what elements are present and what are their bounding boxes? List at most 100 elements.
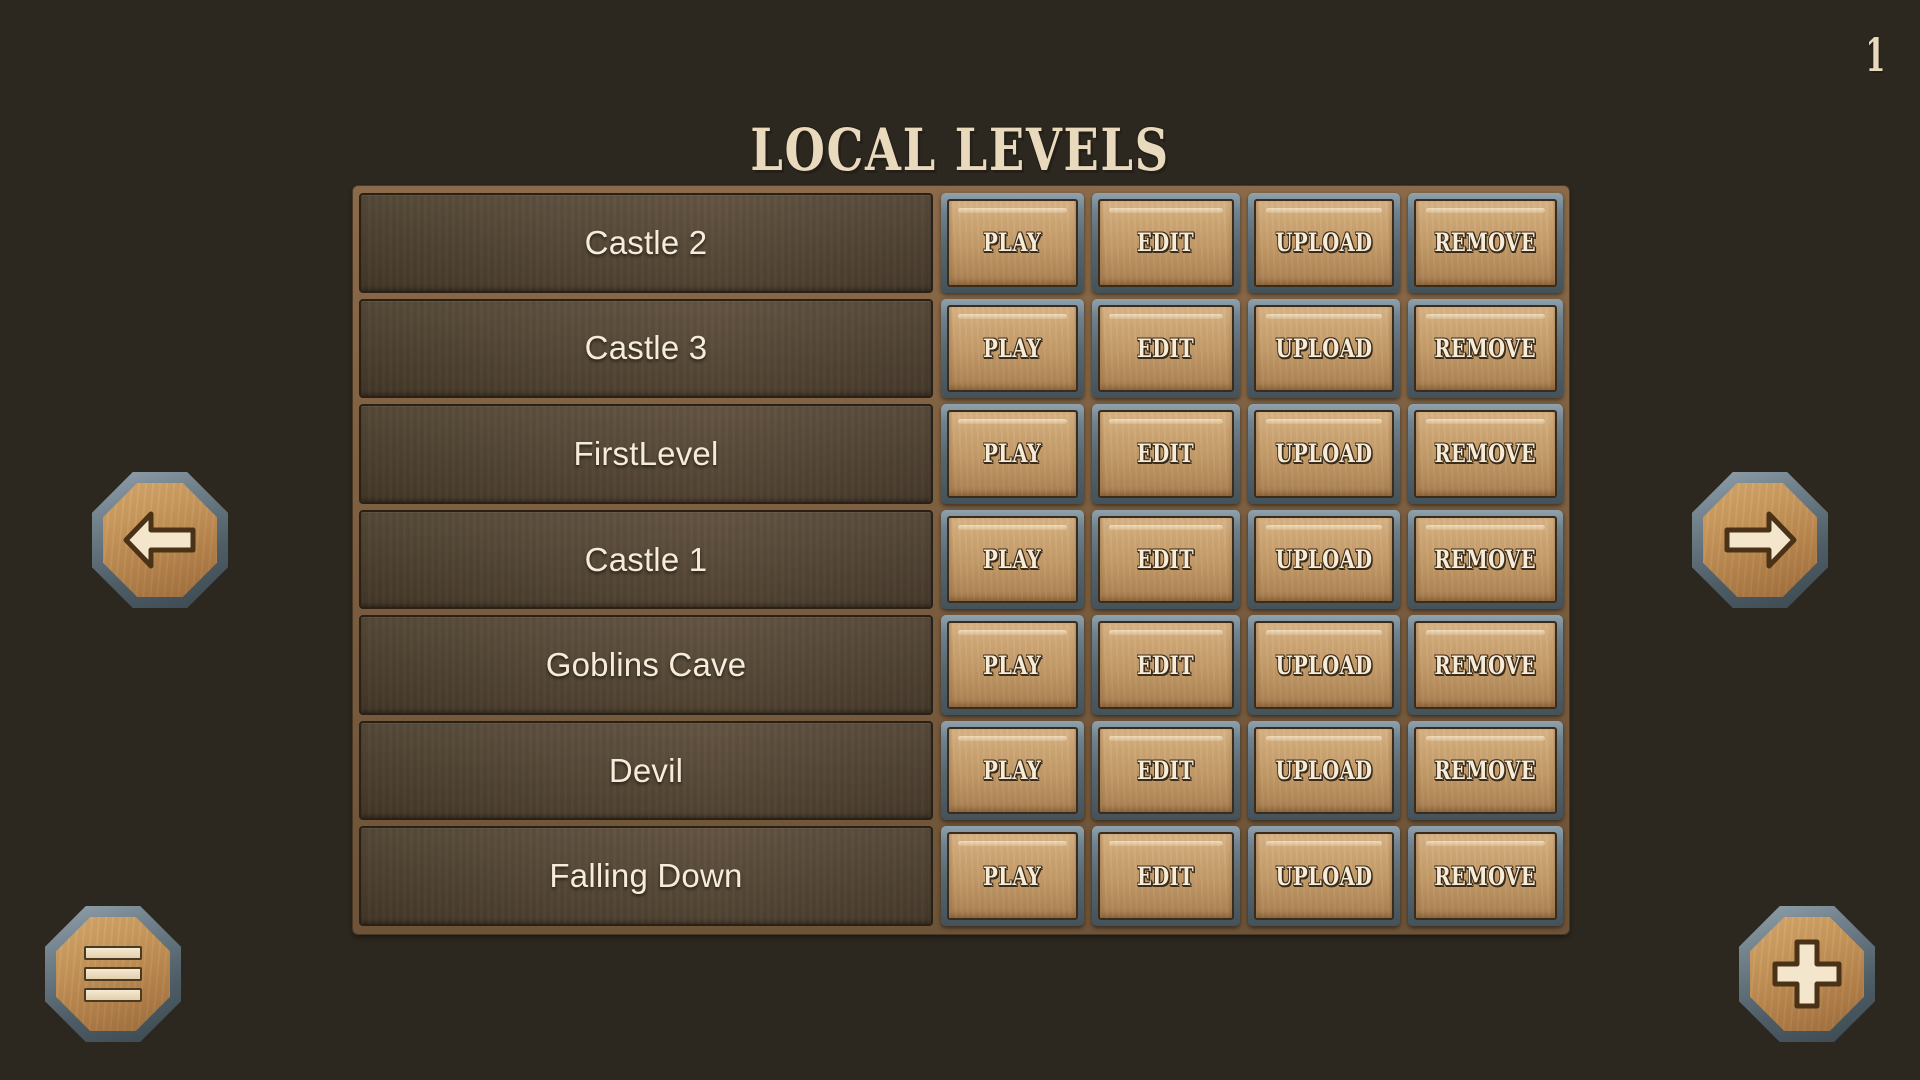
next-page-button-face [1703,483,1817,597]
play-button-face: PLAY [947,515,1078,604]
remove-button-face: REMOVE [1414,515,1557,604]
remove-button-face: REMOVE [1414,832,1557,921]
play-button-face: PLAY [947,410,1078,498]
local-levels-panel: Castle 2 PLAY EDIT UPLOAD REMOVE Castle 3 PLAY… [353,186,1569,934]
edit-button-face: EDIT [1098,621,1234,709]
play-button-face: PLAY [947,726,1078,815]
remove-button-label: REMOVE [1434,650,1537,680]
previous-page-button[interactable] [92,472,228,608]
level-row: Goblins Cave PLAY EDIT UPLOAD REMOVE [359,615,1563,715]
level-name: FirstLevel [573,434,719,472]
edit-button-label: EDIT [1137,756,1195,786]
hamburger-bar [84,946,142,960]
play-button[interactable]: PLAY [941,509,1084,610]
play-button[interactable]: PLAY [941,826,1084,927]
level-name-plate: FirstLevel [359,404,933,504]
level-name-plate: Castle 1 [359,509,933,610]
game-screen: 1 LOCAL LEVELS Castle 2 PLAY EDIT UPLOAD REM… [0,0,1920,1080]
level-actions: PLAY EDIT UPLOAD REMOVE [933,298,1563,399]
play-button-label: PLAY [983,333,1042,363]
remove-button[interactable]: REMOVE [1408,404,1563,504]
level-row: Devil PLAY EDIT UPLOAD REMOVE [359,720,1563,821]
remove-button[interactable]: REMOVE [1408,720,1563,821]
upload-button-face: UPLOAD [1254,726,1394,815]
level-name: Castle 1 [584,540,708,578]
edit-button[interactable]: EDIT [1092,298,1240,399]
page-title: LOCAL LEVELS [750,116,1170,184]
remove-button[interactable]: REMOVE [1408,615,1563,715]
add-level-button-face [1750,917,1864,1031]
arrow-right-icon [1724,511,1797,569]
level-actions: PLAY EDIT UPLOAD REMOVE [933,615,1563,715]
upload-button-face: UPLOAD [1254,515,1394,604]
upload-button-label: UPLOAD [1275,439,1373,469]
upload-button-face: UPLOAD [1254,199,1394,287]
play-button-label: PLAY [983,756,1042,786]
remove-button[interactable]: REMOVE [1408,298,1563,399]
edit-button[interactable]: EDIT [1092,615,1240,715]
remove-button-label: REMOVE [1434,756,1537,786]
remove-button[interactable]: REMOVE [1408,826,1563,927]
level-row: Castle 3 PLAY EDIT UPLOAD REMOVE [359,298,1563,399]
upload-button[interactable]: UPLOAD [1248,720,1400,821]
level-name-plate: Goblins Cave [359,615,933,715]
remove-button-label: REMOVE [1434,439,1537,469]
remove-button[interactable]: REMOVE [1408,509,1563,610]
level-row: FirstLevel PLAY EDIT UPLOAD REMOVE [359,404,1563,504]
play-button[interactable]: PLAY [941,615,1084,715]
level-name: Devil [608,751,684,789]
play-button[interactable]: PLAY [941,720,1084,821]
arrow-left-icon [123,511,196,569]
play-button[interactable]: PLAY [941,193,1084,293]
level-row: Falling Down PLAY EDIT UPLOAD REMOVE [359,826,1563,927]
upload-button-face: UPLOAD [1254,410,1394,498]
menu-button[interactable] [45,906,181,1042]
level-name-plate: Castle 3 [359,298,933,399]
play-button-face: PLAY [947,199,1078,287]
upload-button-face: UPLOAD [1254,304,1394,393]
play-button-label: PLAY [983,650,1042,680]
add-level-button[interactable] [1739,906,1875,1042]
play-button-face: PLAY [947,832,1078,921]
page-number-indicator: 1 [1865,28,1886,82]
edit-button-face: EDIT [1098,410,1234,498]
level-row: Castle 1 PLAY EDIT UPLOAD REMOVE [359,509,1563,610]
upload-button-face: UPLOAD [1254,832,1394,921]
upload-button[interactable]: UPLOAD [1248,193,1400,293]
edit-button[interactable]: EDIT [1092,720,1240,821]
upload-button-face: UPLOAD [1254,621,1394,709]
upload-button[interactable]: UPLOAD [1248,298,1400,399]
remove-button-face: REMOVE [1414,621,1557,709]
hamburger-menu-icon [84,946,142,1002]
upload-button-label: UPLOAD [1275,861,1373,891]
play-button-face: PLAY [947,621,1078,709]
edit-button-face: EDIT [1098,304,1234,393]
play-button-label: PLAY [983,545,1042,575]
remove-button-face: REMOVE [1414,726,1557,815]
remove-button-face: REMOVE [1414,199,1557,287]
upload-button[interactable]: UPLOAD [1248,826,1400,927]
edit-button-label: EDIT [1137,333,1195,363]
edit-button[interactable]: EDIT [1092,509,1240,610]
remove-button[interactable]: REMOVE [1408,193,1563,293]
edit-button[interactable]: EDIT [1092,826,1240,927]
level-list: Castle 2 PLAY EDIT UPLOAD REMOVE Castle 3 PLAY… [359,193,1563,927]
edit-button[interactable]: EDIT [1092,193,1240,293]
upload-button[interactable]: UPLOAD [1248,615,1400,715]
level-actions: PLAY EDIT UPLOAD REMOVE [933,193,1563,293]
upload-button[interactable]: UPLOAD [1248,509,1400,610]
play-button-label: PLAY [983,439,1042,469]
remove-button-label: REMOVE [1434,545,1537,575]
upload-button[interactable]: UPLOAD [1248,404,1400,504]
level-name-plate: Castle 2 [359,193,933,293]
edit-button-label: EDIT [1137,650,1195,680]
edit-button-label: EDIT [1137,228,1195,258]
edit-button[interactable]: EDIT [1092,404,1240,504]
level-actions: PLAY EDIT UPLOAD REMOVE [933,720,1563,821]
play-button[interactable]: PLAY [941,298,1084,399]
upload-button-label: UPLOAD [1275,228,1373,258]
edit-button-label: EDIT [1137,545,1195,575]
next-page-button[interactable] [1692,472,1828,608]
play-button[interactable]: PLAY [941,404,1084,504]
remove-button-label: REMOVE [1434,333,1537,363]
